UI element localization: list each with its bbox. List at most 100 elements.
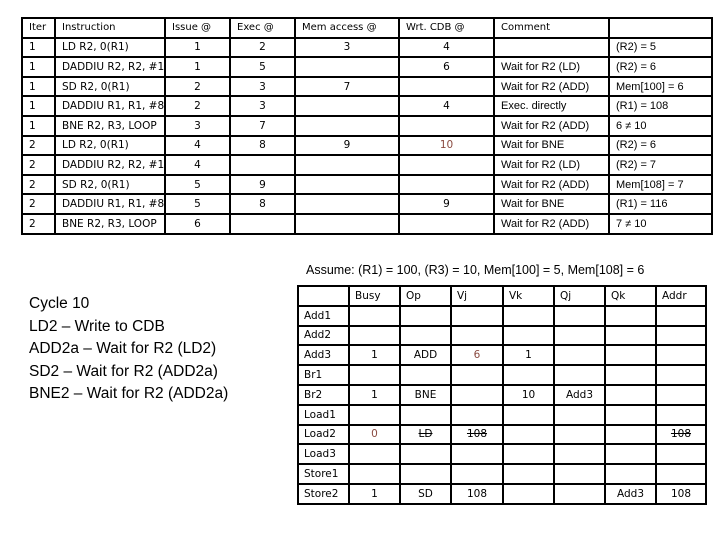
mem-access-cell: [294, 95, 400, 117]
exec-cell: 9: [229, 173, 296, 196]
addr-cell: 108: [655, 482, 707, 505]
instruction-cell: SD R2, 0(R1): [54, 75, 166, 98]
addr-cell: 108: [655, 423, 707, 446]
vk-cell: [502, 463, 555, 485]
iter-cell: 1: [21, 36, 56, 59]
comment-cell: Wait for R2 (LD): [493, 154, 610, 176]
header-qk: Qk: [604, 285, 657, 307]
comment-cell: [493, 36, 610, 59]
qj-cell: [553, 403, 606, 426]
exec-cell: 3: [229, 95, 296, 117]
qk-cell: Add3: [604, 482, 657, 505]
busy-cell: [348, 443, 401, 466]
comment-cell: Wait for R2 (ADD): [493, 75, 610, 98]
table-row: 1 SD R2, 0(R1) 2 3 7 Wait for R2 (ADD) Mem[100…: [21, 75, 713, 98]
vj-cell: 6: [450, 344, 504, 367]
header-station: [297, 285, 350, 307]
table-row: 1 DADDIU R1, R1, #8 2 3 4 Exec. directly (R1) …: [21, 95, 713, 117]
header-qj: Qj: [553, 285, 606, 307]
table-row: 1 LD R2, 0(R1) 1 2 3 4 (R2) = 5: [21, 36, 713, 59]
comment-cell: Wait for BNE: [493, 134, 610, 157]
vk-cell: [502, 324, 555, 347]
exec-cell: 7: [229, 114, 296, 137]
addr-cell: [655, 463, 707, 485]
busy-cell: [348, 364, 401, 386]
result-cell: 7 ≠ 10: [608, 212, 713, 235]
station-name-cell: Store2: [297, 482, 350, 505]
table-row: 2 DADDIU R2, R2, #1 4 Wait for R2 (LD) (R2) …: [21, 154, 713, 176]
instruction-cell: DADDIU R2, R2, #1: [54, 154, 166, 176]
instruction-cell: BNE R2, R3, LOOP: [54, 114, 166, 137]
note-ld2: LD2 – Write to CDB: [29, 317, 165, 335]
issue-cell: 1: [164, 36, 231, 59]
exec-cell: 3: [229, 75, 296, 98]
station-name-cell: Add2: [297, 324, 350, 347]
result-cell: 6 ≠ 10: [608, 114, 713, 137]
addr-cell: [655, 324, 707, 347]
write-cdb-cell: 9: [398, 193, 495, 215]
vk-cell: [502, 443, 555, 466]
busy-cell: [348, 324, 401, 347]
write-cdb-cell: 4: [398, 95, 495, 117]
addr-cell: [655, 304, 707, 327]
issue-cell: 5: [164, 173, 231, 196]
vj-cell: [450, 463, 504, 485]
reservation-station-table: Busy Op Vj Vk Qj Qk Addr Add1 Add2 Add3 1 AD…: [297, 285, 707, 505]
write-cdb-cell: [398, 173, 495, 196]
vj-cell: [450, 383, 504, 406]
addr-cell: [655, 403, 707, 426]
station-name-cell: Load1: [297, 403, 350, 426]
qk-cell: [604, 304, 657, 327]
header-result: [608, 17, 713, 39]
header-comment: Comment: [493, 17, 610, 39]
table-header-row: Iter Instruction Issue @ Exec @ Mem acce…: [21, 17, 713, 39]
mem-access-cell: [294, 154, 400, 176]
iter-cell: 2: [21, 193, 56, 215]
iter-cell: 2: [21, 134, 56, 157]
station-name-cell: Br1: [297, 364, 350, 386]
issue-cell: 3: [164, 114, 231, 137]
qj-cell: [553, 364, 606, 386]
station-row: Store1: [297, 463, 707, 485]
op-cell: [399, 463, 452, 485]
header-write-cdb: Wrt. CDB @: [398, 17, 495, 39]
header-iter: Iter: [21, 17, 56, 39]
mem-access-cell: [294, 173, 400, 196]
header-instruction: Instruction: [54, 17, 166, 39]
table-row: 2 DADDIU R1, R1, #8 5 8 9 Wait for BNE (R1) = …: [21, 193, 713, 215]
mem-access-cell: 7: [294, 75, 400, 98]
header-mem-access: Mem access @: [294, 17, 400, 39]
issue-cell: 6: [164, 212, 231, 235]
exec-cell: [229, 212, 296, 235]
busy-cell: [348, 463, 401, 485]
vj-cell: [450, 304, 504, 327]
qk-cell: [604, 463, 657, 485]
qj-cell: [553, 443, 606, 466]
exec-cell: 8: [229, 134, 296, 157]
qk-cell: [604, 403, 657, 426]
iter-cell: 1: [21, 56, 56, 78]
table-row: 2 SD R2, 0(R1) 5 9 Wait for R2 (ADD) Mem[108]…: [21, 173, 713, 196]
station-row: Br2 1 BNE 10 Add3: [297, 383, 707, 406]
mem-access-cell: 3: [294, 36, 400, 59]
issue-cell: 4: [164, 134, 231, 157]
exec-cell: 8: [229, 193, 296, 215]
addr-cell: [655, 344, 707, 367]
result-cell: (R1) = 108: [608, 95, 713, 117]
header-busy: Busy: [348, 285, 401, 307]
qk-cell: [604, 344, 657, 367]
busy-cell: 1: [348, 344, 401, 367]
vk-cell: [502, 482, 555, 505]
instruction-status-table: Iter Instruction Issue @ Exec @ Mem acce…: [21, 17, 713, 235]
instruction-cell: DADDIU R1, R1, #8: [54, 193, 166, 215]
vk-cell: 10: [502, 383, 555, 406]
vj-cell: [450, 324, 504, 347]
write-cdb-cell: [398, 154, 495, 176]
cycle-notes: Cycle 10 LD2 – Write to CDB ADD2a – Wait…: [29, 293, 228, 406]
qk-cell: [604, 383, 657, 406]
header-op: Op: [399, 285, 452, 307]
note-add2a: ADD2a – Wait for R2 (LD2): [29, 340, 217, 357]
instruction-cell: BNE R2, R3, LOOP: [54, 212, 166, 235]
comment-cell: Wait for R2 (ADD): [493, 114, 610, 137]
busy-cell: [348, 403, 401, 426]
